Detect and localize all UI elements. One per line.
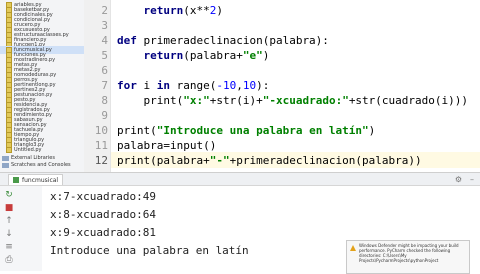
project-panel[interactable]: ariables.py baseketbar.py condicinales.py c… (0, 0, 84, 172)
line-number: 2 (101, 4, 108, 17)
line-number: 3 (101, 19, 108, 32)
minimize-icon[interactable]: – (470, 175, 474, 184)
line-number: 10 (94, 124, 108, 137)
line-number: 5 (101, 49, 108, 62)
project-file-name: Untitled.py (14, 147, 42, 153)
code-line[interactable]: for i in range(-10,10): (117, 79, 269, 92)
console-line: x:8-xcuadrado:64 (50, 208, 156, 221)
project-folder-name: Scratches and Consoles (11, 162, 71, 168)
warning-icon (350, 245, 356, 251)
code-line[interactable]: palabra=input() (117, 139, 216, 152)
line-number-gutter: 2 3 4 5 6 7 8 9 10 11 12 (84, 0, 111, 172)
run-toolbar: ↻ ■ ↑ ↓ ≡ ⎙ (0, 186, 42, 271)
line-number: 12 (94, 154, 108, 167)
soft-wrap-icon[interactable]: ≡ (4, 242, 14, 252)
run-tab-bar: funcmusical ⚙ – (0, 173, 480, 186)
code-line[interactable]: return(palabra+"e") (117, 49, 270, 62)
code-line[interactable]: print(palabra+"-"+primeradeclinacion(pal… (117, 154, 422, 167)
project-file-item[interactable]: Untitled.py (6, 146, 42, 154)
code-line[interactable]: print("x:"+str(i)+"-xcuadrado:"+str(cuad… (117, 94, 468, 107)
down-icon[interactable]: ↓ (4, 229, 14, 239)
line-number: 7 (101, 79, 108, 92)
line-number: 9 (101, 109, 108, 122)
stop-icon[interactable]: ■ (4, 203, 14, 213)
python-file-icon (6, 147, 12, 153)
console-output[interactable]: x:7-xcuadrado:49 x:8-xcuadrado:64 x:9-xc… (48, 186, 338, 271)
up-icon[interactable]: ↑ (4, 216, 14, 226)
console-line: x:7-xcuadrado:49 (50, 190, 156, 203)
folder-icon (2, 162, 9, 168)
console-line: x:9-xcuadrado:81 (50, 226, 156, 239)
run-tab[interactable]: funcmusical (8, 174, 64, 185)
line-number: 6 (101, 64, 108, 77)
code-line[interactable]: def primeradeclinacion(palabra): (117, 34, 329, 47)
line-number: 4 (101, 34, 108, 47)
run-tab-label: funcmusical (22, 176, 59, 184)
line-number: 11 (94, 139, 108, 152)
gear-icon[interactable]: ⚙ (455, 175, 462, 184)
project-folder-item[interactable]: Scratches and Consoles (2, 161, 71, 169)
console-line: Introduce una palabra en latín (50, 244, 249, 257)
rerun-icon[interactable]: ↻ (4, 190, 14, 200)
line-number: 8 (101, 94, 108, 107)
notification-text: Windows Defender might be impacting your… (359, 243, 459, 263)
notification-balloon[interactable]: Windows Defender might be impacting your… (346, 240, 470, 274)
print-icon[interactable]: ⎙ (4, 255, 14, 265)
code-editor[interactable]: return(x**2) def primeradeclinacion(pala… (111, 0, 480, 172)
folder-icon (2, 155, 9, 161)
code-line[interactable]: return(x**2) (117, 4, 224, 17)
code-line[interactable]: print("Introduce una palabra en latín") (117, 124, 375, 137)
python-run-icon (13, 177, 19, 183)
